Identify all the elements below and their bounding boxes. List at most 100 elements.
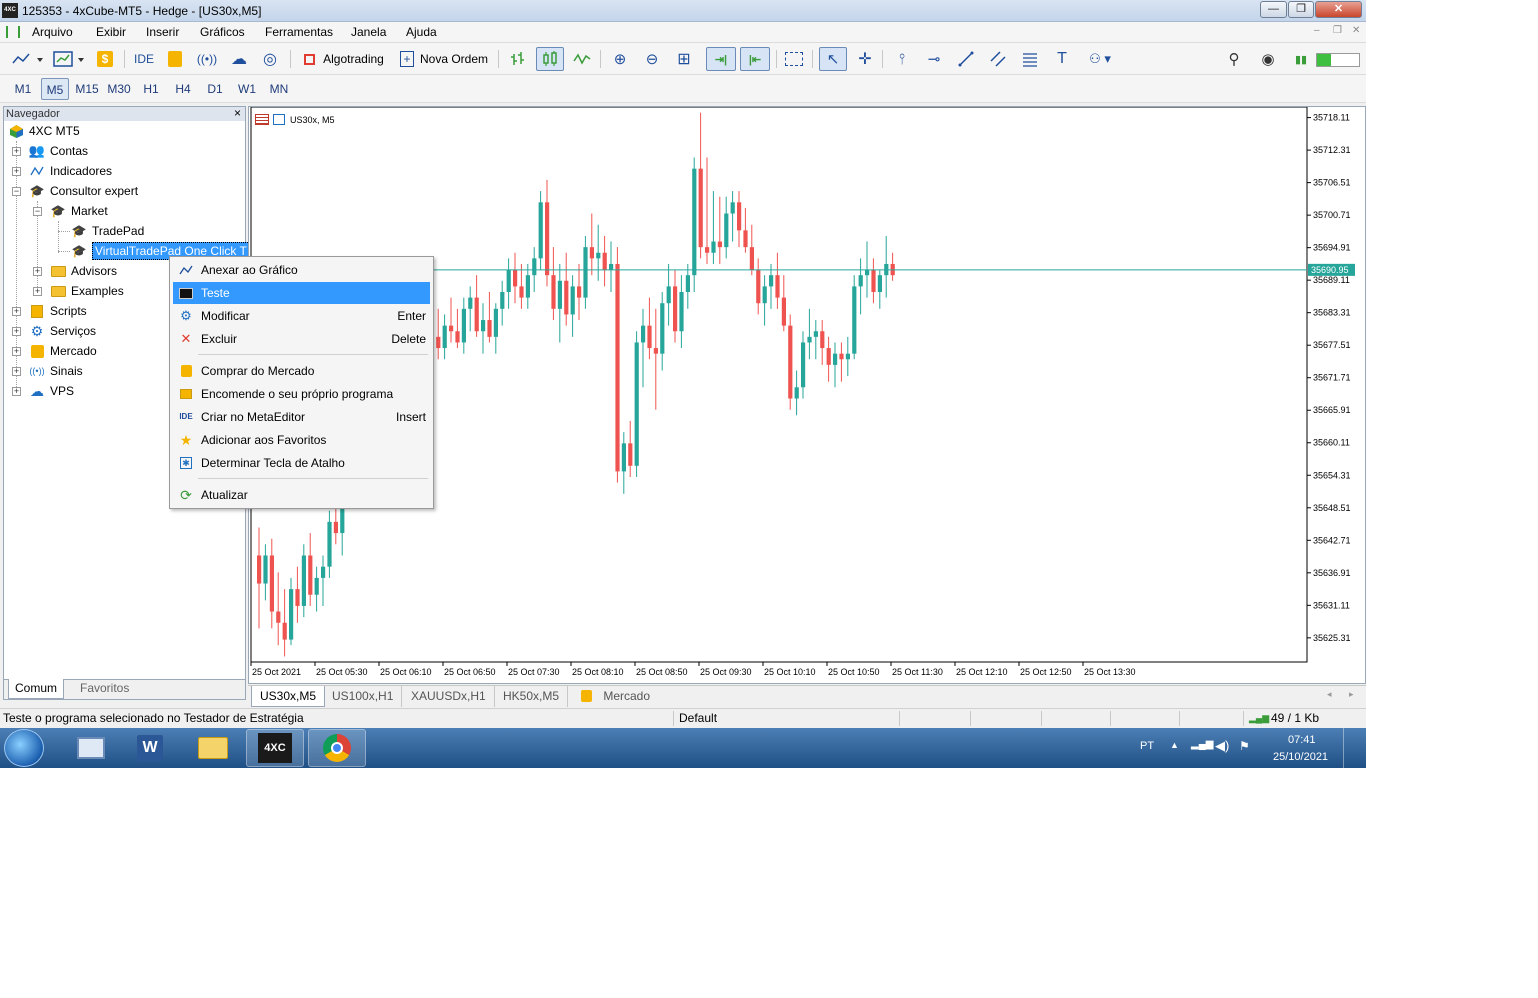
tree-item-servicos[interactable]: ⚙ Serviços [29, 321, 96, 341]
tree-item-scripts[interactable]: Scripts [29, 301, 87, 321]
bar-chart-button[interactable] [506, 47, 530, 71]
show-desktop-button[interactable] [1343, 728, 1366, 768]
mdi-close-button[interactable]: ✕ [1352, 25, 1360, 36]
tf-mn[interactable]: MN [265, 78, 293, 100]
close-button[interactable]: ✕ [1315, 1, 1362, 18]
expand-examples-button[interactable]: + [33, 287, 42, 296]
start-button[interactable] [4, 729, 44, 767]
expand-mercado-button[interactable]: + [12, 347, 21, 356]
menu-item-modificar[interactable]: ⚙ Modificar Enter [173, 305, 430, 327]
menu-arquivo[interactable]: Arquivo [32, 25, 73, 39]
chart-tab-us100x[interactable]: US100x,H1 [324, 686, 403, 707]
taskbar-computer[interactable] [62, 729, 120, 767]
chart-tab-xauusdx[interactable]: XAUUSDx,H1 [403, 686, 495, 707]
menu-janela[interactable]: Janela [351, 25, 386, 39]
tree-item-advisors[interactable]: Advisors [50, 261, 117, 281]
tf-h1[interactable]: H1 [137, 78, 165, 100]
tf-w1[interactable]: W1 [233, 78, 261, 100]
horizontal-line-button[interactable]: ⊸ [922, 47, 946, 71]
menu-item-comprar[interactable]: Comprar do Mercado [173, 360, 430, 382]
search-button[interactable]: ⚲ [1222, 47, 1246, 71]
menu-item-criar[interactable]: IDE Criar no MetaEditor Insert [173, 406, 430, 428]
shop-button[interactable] [164, 47, 186, 71]
expand-advisors-button[interactable]: + [33, 267, 42, 276]
ide-button[interactable]: IDE [130, 47, 158, 71]
web-button[interactable]: ◎ [258, 47, 282, 71]
menu-item-anexar[interactable]: Anexar ao Gráfico [173, 259, 430, 281]
tree-item-market[interactable]: 🎓 Market [50, 201, 108, 221]
tf-m1[interactable]: M1 [9, 78, 37, 100]
menu-item-favoritos[interactable]: ★ Adicionar aos Favoritos [173, 429, 430, 451]
taskbar-4xc[interactable]: 4XC [246, 729, 304, 767]
one-click-trading-icon[interactable] [255, 114, 269, 125]
zoom-out-button[interactable]: ⊖ [640, 47, 664, 71]
menu-inserir[interactable]: Inserir [146, 25, 179, 39]
algotrading-button[interactable]: Algotrading [298, 47, 390, 71]
tile-windows-button[interactable]: ⊞ [672, 47, 696, 71]
chart-shift-button[interactable]: |⇤ [740, 47, 770, 71]
crosshair-button[interactable]: ✛ [853, 47, 877, 71]
signals-button[interactable]: ((•)) [195, 47, 219, 71]
taskbar-word[interactable]: W [121, 729, 179, 767]
restore-button[interactable]: ❐ [1288, 1, 1314, 18]
candlestick-button[interactable] [536, 47, 564, 71]
menu-item-encomende[interactable]: Encomende o seu próprio programa [173, 383, 430, 405]
mdi-restore-button[interactable]: ❐ [1333, 25, 1342, 36]
expand-scripts-button[interactable]: + [12, 307, 21, 316]
expand-contas-button[interactable]: + [12, 147, 21, 156]
menu-graficos[interactable]: Gráficos [200, 25, 245, 39]
shapes-button[interactable]: ⚇ ▾ [1082, 47, 1118, 71]
tray-date[interactable]: 25/10/2021 [1273, 751, 1328, 763]
menu-item-atalho[interactable]: ✱ Determinar Tecla de Atalho [173, 452, 430, 474]
collapse-consultor-button[interactable]: − [12, 187, 21, 196]
taskbar-explorer[interactable] [184, 729, 242, 767]
tree-item-mercado[interactable]: Mercado [29, 341, 97, 361]
taskbar-chrome[interactable] [308, 729, 366, 767]
tf-m30[interactable]: M30 [105, 78, 133, 100]
zoom-in-button[interactable]: ⊕ [608, 47, 632, 71]
new-order-button[interactable]: + Nova Ordem [396, 47, 492, 71]
tab-favoritos[interactable]: Favoritos [74, 679, 135, 699]
collapse-market-button[interactable]: − [33, 207, 42, 216]
tf-m5[interactable]: M5 [41, 78, 69, 100]
expand-vps-button[interactable]: + [12, 387, 21, 396]
menu-ajuda[interactable]: Ajuda [406, 25, 437, 39]
menu-exibir[interactable]: Exibir [96, 25, 126, 39]
mdi-minimize-button[interactable]: – [1314, 25, 1320, 36]
action-center-icon[interactable]: ⚑ [1239, 739, 1250, 753]
new-chart-button[interactable] [8, 47, 48, 71]
screenshot-button[interactable] [782, 47, 806, 71]
menu-item-atualizar[interactable]: ⟳ Atualizar [173, 484, 430, 506]
tray-language[interactable]: PT [1140, 740, 1154, 752]
chart-tab-us30x[interactable]: US30x,M5 [251, 686, 326, 707]
tabs-scroll-right-icon[interactable]: ▸ [1349, 689, 1354, 700]
channel-button[interactable] [986, 47, 1010, 71]
tree-item-sinais[interactable]: ((•)) Sinais [29, 361, 82, 381]
trendline-button[interactable] [954, 47, 978, 71]
tree-item-tradepad[interactable]: 🎓 TradePad [71, 221, 145, 241]
account-button[interactable]: ◉ [1256, 47, 1280, 71]
signal-strength-button[interactable]: ▮▮ [1290, 47, 1312, 71]
cursor-button[interactable]: ↖ [819, 47, 847, 71]
text-button[interactable]: T [1050, 47, 1074, 71]
tree-root[interactable]: 4XC MT5 [8, 121, 80, 141]
menu-item-teste[interactable]: Teste [173, 282, 430, 304]
tree-item-vps[interactable]: ☁ VPS [29, 381, 74, 401]
tree-item-contas[interactable]: 👥 Contas [29, 141, 88, 161]
menu-item-excluir[interactable]: ✕ Excluir Delete [173, 328, 430, 350]
line-chart-button[interactable] [570, 47, 594, 71]
tree-item-consultor-expert[interactable]: 🎓 Consultor expert [29, 181, 139, 201]
profiles-button[interactable] [52, 47, 88, 71]
menu-ferramentas[interactable]: Ferramentas [265, 25, 333, 39]
expand-indicadores-button[interactable]: + [12, 167, 21, 176]
market-button[interactable]: $ [94, 47, 116, 71]
tree-item-indicadores[interactable]: Indicadores [29, 161, 112, 181]
expand-servicos-button[interactable]: + [12, 327, 21, 336]
tf-m15[interactable]: M15 [73, 78, 101, 100]
tabs-scroll-left-icon[interactable]: ◂ [1327, 689, 1332, 700]
vps-button[interactable]: ☁ [227, 47, 251, 71]
tf-d1[interactable]: D1 [201, 78, 229, 100]
vertical-line-button[interactable]: ⫯ [890, 47, 914, 71]
volume-icon[interactable]: ◀) [1215, 738, 1229, 754]
network-icon[interactable]: ▂▄▆ [1191, 739, 1213, 750]
